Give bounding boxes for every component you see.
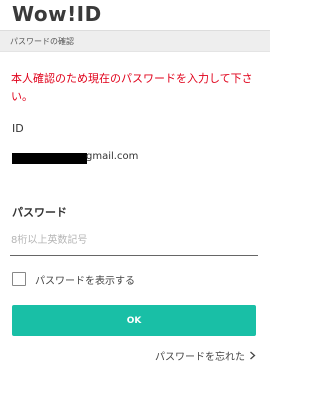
id-label: ID	[12, 122, 24, 135]
password-confirm-page: Wow!ID パスワードの確認 本人確認のため現在のパスワードを入力して下さい。…	[0, 0, 270, 394]
password-input[interactable]	[10, 226, 258, 256]
show-password-checkbox[interactable]	[12, 272, 26, 286]
wowid-logo: Wow!ID	[12, 2, 102, 26]
password-label: パスワード	[12, 206, 67, 219]
chevron-right-icon	[250, 351, 256, 360]
id-value: gmail.com	[86, 151, 139, 162]
show-password-label: パスワードを表示する	[35, 275, 135, 287]
error-message: 本人確認のため現在のパスワードを入力して下さい。	[11, 72, 253, 103]
forgot-password-link[interactable]: パスワードを忘れた	[155, 348, 256, 363]
page-title: パスワードの確認	[10, 37, 74, 46]
forgot-password-label: パスワードを忘れた	[155, 352, 245, 363]
show-password-toggle[interactable]: パスワードを表示する	[12, 271, 135, 287]
page-subheader: パスワードの確認	[0, 30, 270, 52]
ok-button[interactable]: OK	[12, 305, 256, 336]
redacted-id-mask	[12, 153, 87, 164]
